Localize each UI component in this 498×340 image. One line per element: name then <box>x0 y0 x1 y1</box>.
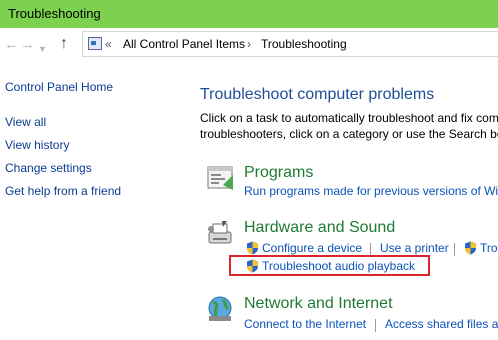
run-older-programs-link[interactable]: Run programs made for previous versions … <box>244 184 498 198</box>
breadcrumb-arrow-icon[interactable]: › <box>247 37 251 51</box>
highlight-box <box>229 255 430 276</box>
programs-icon <box>207 166 233 190</box>
back-arrow-icon[interactable]: ← <box>4 37 19 53</box>
configure-device-link[interactable]: Configure a device <box>262 241 362 255</box>
title-bar: Troubleshooting <box>0 0 498 28</box>
sidebar-item-get-help[interactable]: Get help from a friend <box>5 184 121 198</box>
use-printer-link[interactable]: Use a printer <box>380 241 449 255</box>
window-title: Troubleshooting <box>8 6 101 21</box>
truncated-troubleshoot-link[interactable]: Tro <box>480 241 498 255</box>
category-programs-title[interactable]: Programs <box>244 164 313 182</box>
sidebar-item-change-settings[interactable]: Change settings <box>5 161 92 175</box>
page-title: Troubleshoot computer problems <box>200 86 435 103</box>
description-line-1: Click on a task to automatically trouble… <box>200 111 498 125</box>
sidebar-item-control-panel-home[interactable]: Control Panel Home <box>5 80 113 94</box>
hardware-sound-icon <box>208 221 232 244</box>
link-separator <box>375 319 376 332</box>
breadcrumb-overflow-icon[interactable]: « <box>105 37 112 51</box>
breadcrumb-troubleshooting[interactable]: Troubleshooting <box>261 37 347 51</box>
uac-shield-icon <box>247 241 258 255</box>
description-line-2: troubleshooters, click on a category or … <box>200 127 498 141</box>
navigation-bar: ← → ▼ ↑ « All Control Panel Items › Trou… <box>0 28 498 62</box>
link-separator <box>454 243 455 256</box>
network-internet-icon <box>208 296 232 321</box>
category-hardware-sound-title[interactable]: Hardware and Sound <box>244 219 395 237</box>
forward-arrow-icon[interactable]: → <box>20 37 35 53</box>
uac-shield-icon <box>465 241 476 255</box>
sidebar-item-view-all[interactable]: View all <box>5 115 46 129</box>
recent-locations-chevron-icon[interactable]: ▼ <box>38 41 47 57</box>
control-panel-icon <box>88 37 102 50</box>
breadcrumb-all-control-panel-items[interactable]: All Control Panel Items <box>123 37 245 51</box>
access-shared-files-link[interactable]: Access shared files an <box>385 317 498 331</box>
up-arrow-icon[interactable]: ↑ <box>60 36 68 52</box>
sidebar-item-view-history[interactable]: View history <box>5 138 69 152</box>
connect-internet-link[interactable]: Connect to the Internet <box>244 317 366 331</box>
category-network-internet-title[interactable]: Network and Internet <box>244 295 393 313</box>
address-bar[interactable]: « All Control Panel Items › Troubleshoot… <box>82 31 498 57</box>
